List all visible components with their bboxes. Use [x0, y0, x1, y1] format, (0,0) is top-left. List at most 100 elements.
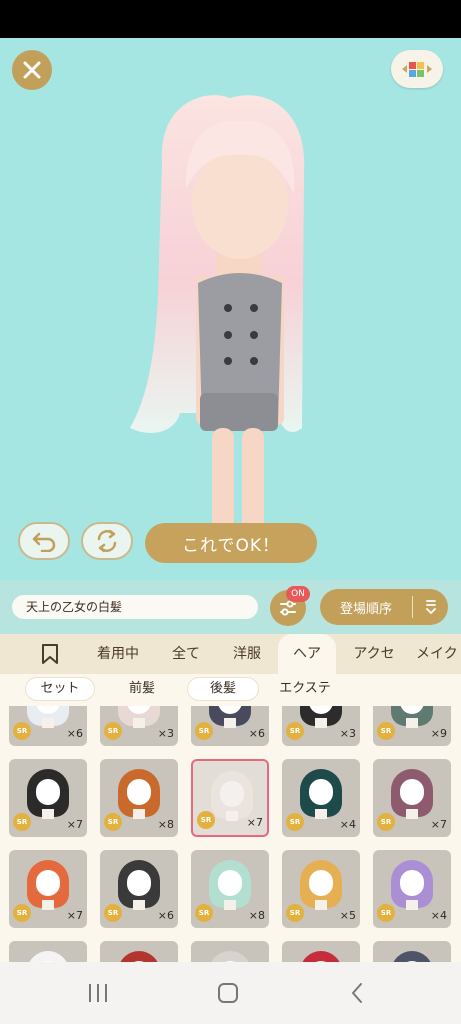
tab-clothes[interactable]: 洋服 — [224, 634, 270, 674]
palette-menu-button[interactable] — [391, 50, 443, 88]
subtab-front-hair[interactable]: 前髪 — [108, 678, 176, 700]
rotate-button[interactable] — [81, 522, 133, 560]
filter-on-badge: ON — [286, 586, 310, 602]
avatar-stage: これでOK！ — [0, 38, 461, 580]
item-count: ×3 — [157, 727, 174, 740]
hair-subtabs: セット 前髪 後髪 エクステ — [0, 674, 461, 706]
hair-item[interactable]: SR — [282, 941, 360, 962]
hair-item[interactable]: SR ×4 — [282, 759, 360, 837]
mannequin-neck — [406, 900, 418, 910]
mannequin-face — [309, 779, 333, 805]
confirm-ok-button[interactable]: これでOK！ — [145, 523, 317, 563]
tab-bookmark[interactable] — [36, 634, 64, 674]
rarity-badge: SR — [377, 904, 395, 922]
close-icon — [23, 61, 41, 79]
rarity-badge: SR — [104, 813, 122, 831]
mannequin-neck — [224, 718, 236, 728]
mannequin-neck — [42, 809, 54, 819]
undo-button[interactable] — [18, 522, 70, 560]
mannequin-neck — [315, 809, 327, 819]
bookmark-icon — [42, 644, 58, 664]
palette-menu-icon — [402, 62, 432, 77]
mannequin-face — [127, 779, 151, 805]
hair-item[interactable]: SR — [100, 941, 178, 962]
hair-item[interactable]: SR ×6 — [191, 706, 269, 746]
mannequin-neck — [133, 718, 145, 728]
rarity-badge: SR — [104, 904, 122, 922]
rarity-badge: SR — [197, 811, 215, 829]
hair-item[interactable]: SR ×6 — [9, 706, 87, 746]
hair-item[interactable]: SR ×4 — [373, 850, 451, 928]
hair-item-selected[interactable]: SR ×7 — [191, 759, 269, 837]
rarity-badge: SR — [286, 904, 304, 922]
hair-item[interactable]: SR ×9 — [373, 706, 451, 746]
mannequin-neck — [42, 900, 54, 910]
sort-icon — [413, 599, 448, 615]
item-count: ×7 — [430, 818, 447, 831]
item-count: ×5 — [339, 909, 356, 922]
rarity-badge: SR — [13, 813, 31, 831]
item-count: ×6 — [248, 727, 265, 740]
tab-accessories[interactable]: アクセ — [346, 634, 402, 674]
hair-item[interactable]: SR — [191, 941, 269, 962]
mannequin-neck — [226, 811, 238, 821]
mannequin-face — [218, 870, 242, 896]
mannequin-face — [127, 870, 151, 896]
hair-item[interactable]: SR ×3 — [100, 706, 178, 746]
mannequin-neck — [406, 809, 418, 819]
recents-icon[interactable] — [86, 982, 110, 1004]
hair-item[interactable]: SR ×7 — [9, 759, 87, 837]
rarity-badge: SR — [286, 722, 304, 740]
back-icon[interactable] — [346, 982, 370, 1004]
mannequin-neck — [133, 809, 145, 819]
mannequin-face — [220, 781, 244, 807]
rarity-badge: SR — [195, 904, 213, 922]
rarity-badge: SR — [104, 722, 122, 740]
tab-makeup[interactable]: メイク — [416, 634, 461, 674]
hair-item[interactable]: SR — [373, 941, 451, 962]
tab-all[interactable]: 全て — [164, 634, 208, 674]
mannequin-face — [400, 779, 424, 805]
rarity-badge: SR — [13, 904, 31, 922]
subtab-back-hair[interactable]: 後髪 — [188, 678, 258, 700]
mannequin-neck — [42, 718, 54, 728]
hair-item[interactable]: SR ×8 — [100, 759, 178, 837]
subtab-extensions[interactable]: エクステ — [268, 678, 342, 700]
hair-item[interactable]: SR ×7 — [373, 759, 451, 837]
close-button[interactable] — [12, 50, 52, 90]
status-bar — [0, 0, 461, 38]
home-icon[interactable] — [216, 982, 240, 1004]
item-name-label: 天上の乙女の白髪 — [12, 595, 258, 619]
undo-icon — [32, 532, 56, 552]
item-count: ×6 — [66, 727, 83, 740]
item-count: ×8 — [157, 818, 174, 831]
rarity-badge: SR — [377, 722, 395, 740]
hair-item[interactable]: SR ×3 — [282, 706, 360, 746]
hair-item[interactable]: SR ×6 — [100, 850, 178, 928]
rarity-badge: SR — [286, 813, 304, 831]
mannequin-neck — [315, 900, 327, 910]
item-count: ×3 — [339, 727, 356, 740]
hair-item[interactable]: SR ×5 — [282, 850, 360, 928]
item-count: ×4 — [339, 818, 356, 831]
avatar-character — [130, 95, 305, 554]
tab-wearing[interactable]: 着用中 — [88, 634, 148, 674]
hair-item[interactable]: SR ×7 — [9, 850, 87, 928]
tab-hair[interactable]: ヘア — [278, 634, 336, 674]
rarity-badge: SR — [13, 722, 31, 740]
sort-order-button[interactable]: 登場順序 — [320, 589, 448, 625]
mannequin-neck — [133, 900, 145, 910]
system-nav-bar — [0, 962, 461, 1024]
mannequin-face — [36, 870, 60, 896]
subtab-set[interactable]: セット — [26, 678, 94, 700]
mannequin-neck — [315, 718, 327, 728]
rarity-badge: SR — [377, 813, 395, 831]
hair-item-grid: SR ×6 SR ×3 SR ×6 SR ×3 SR ×9 SR ×7 SR ×8 SR ×7 SR ×4 SR ×7… — [0, 706, 461, 962]
sort-order-label: 登場順序 — [339, 601, 392, 617]
hair-item[interactable]: SR — [9, 941, 87, 962]
item-count: ×6 — [157, 909, 174, 922]
rotate-icon — [97, 529, 117, 553]
hair-item[interactable]: SR ×8 — [191, 850, 269, 928]
item-count: ×7 — [66, 818, 83, 831]
category-tabs: 着用中 全て 洋服 ヘア アクセ メイク — [0, 634, 461, 674]
